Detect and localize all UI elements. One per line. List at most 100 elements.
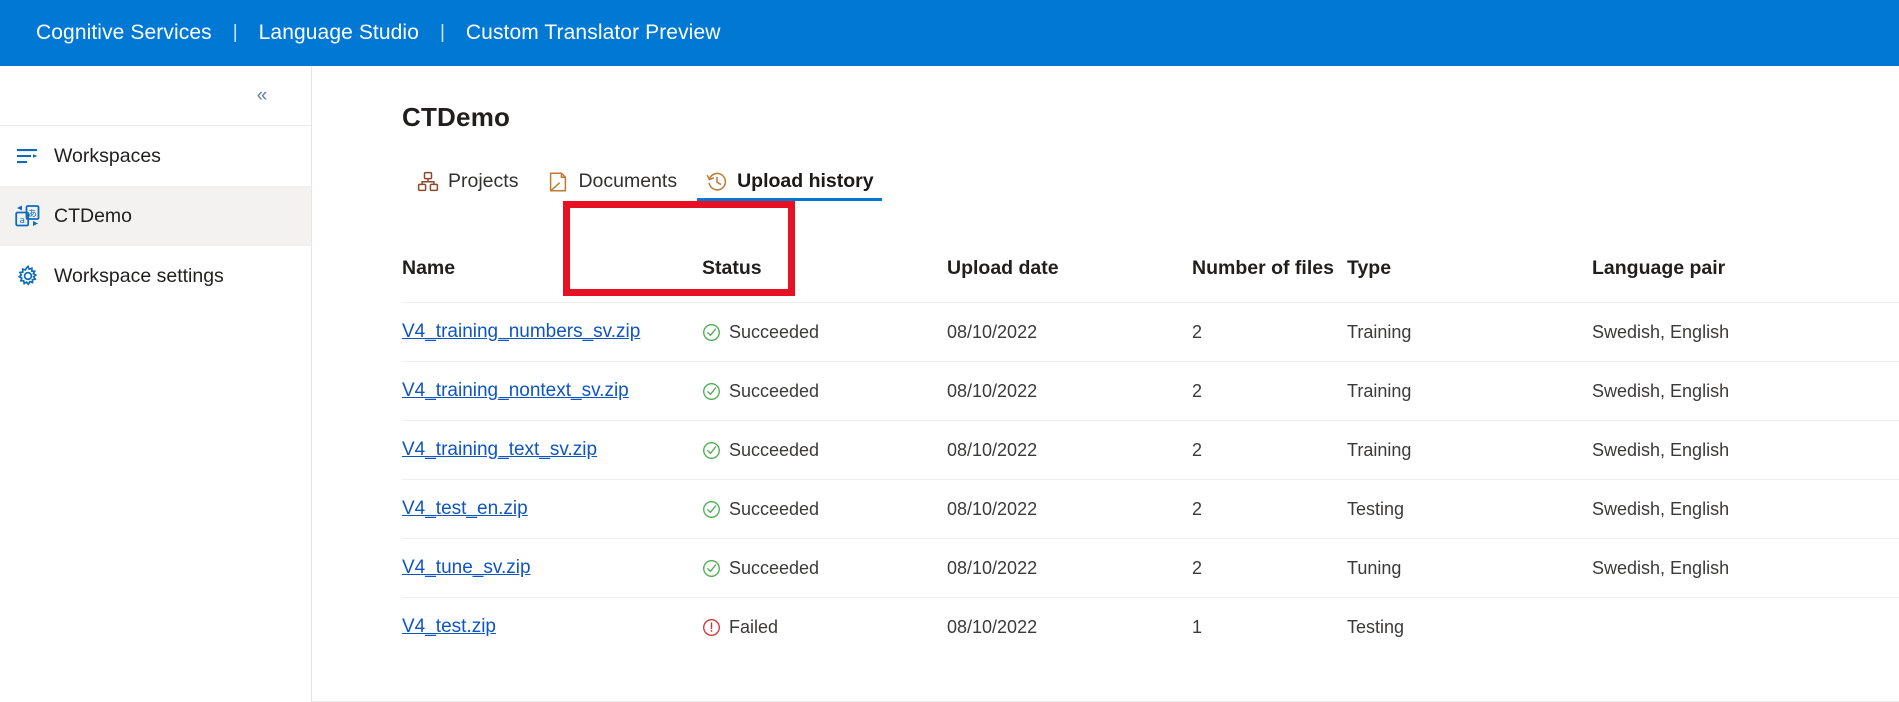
- cell-language-pair: Swedish, English: [1592, 420, 1899, 480]
- cell-status: Succeeded: [702, 479, 947, 539]
- uploads-table-region: Name Status Upload date Number of files …: [312, 257, 1899, 656]
- breadcrumb-language-studio[interactable]: Language Studio: [259, 21, 419, 45]
- status-badge: Succeeded: [702, 480, 947, 538]
- file-link[interactable]: V4_test.zip: [402, 616, 496, 637]
- svg-text:a: a: [19, 216, 25, 226]
- cell-number-of-files: 1: [1192, 597, 1347, 656]
- breadcrumb-custom-translator-preview[interactable]: Custom Translator Preview: [466, 21, 721, 45]
- cell-upload-date: 08/10/2022: [947, 479, 1192, 539]
- page-title: CTDemo: [402, 102, 511, 132]
- cell-language-pair: Swedish, English: [1592, 302, 1899, 362]
- file-link[interactable]: V4_test_en.zip: [402, 498, 528, 519]
- table-row[interactable]: V4_test_en.zip Succeeded 08/10/2022 2 Testin…: [402, 479, 1899, 539]
- cell-status: Succeeded: [702, 538, 947, 598]
- cell-number-of-files: 2: [1192, 538, 1347, 598]
- table-row[interactable]: V4_training_numbers_sv.zip Succeeded 08/10…: [402, 302, 1899, 362]
- status-label: Succeeded: [729, 557, 820, 578]
- column-header-number-of-files[interactable]: Number of files: [1192, 257, 1347, 303]
- table-row[interactable]: V4_training_nontext_sv.zip Succeeded 08/10…: [402, 361, 1899, 421]
- sidebar-header: «: [0, 66, 311, 126]
- cell-language-pair: [1592, 597, 1899, 656]
- cell-language-pair: Swedish, English: [1592, 538, 1899, 598]
- cell-name: V4_test.zip: [402, 597, 702, 656]
- file-link[interactable]: V4_training_text_sv.zip: [402, 439, 597, 460]
- cell-upload-date: 08/10/2022: [947, 538, 1192, 598]
- cell-type: Testing: [1347, 597, 1592, 656]
- success-check-icon: [703, 382, 720, 400]
- status-badge: Succeeded: [702, 421, 947, 479]
- status-badge: Failed: [702, 598, 947, 656]
- tab-bar: Projects Documents Upload history: [312, 155, 1899, 201]
- gear-icon: [14, 263, 42, 289]
- file-link[interactable]: V4_training_nontext_sv.zip: [402, 380, 629, 401]
- status-label: Succeeded: [729, 498, 820, 519]
- column-header-status[interactable]: Status: [702, 257, 947, 303]
- chevron-double-left-icon: «: [256, 85, 268, 106]
- cell-type: Training: [1347, 420, 1592, 480]
- table-row[interactable]: V4_test.zip Failed 08/10/2022 1 Testing: [402, 597, 1899, 656]
- sidebar-item-label: Workspace settings: [54, 264, 224, 287]
- file-link[interactable]: V4_tune_sv.zip: [402, 557, 531, 578]
- status-badge: Succeeded: [702, 362, 947, 420]
- cell-name: V4_tune_sv.zip: [402, 538, 702, 598]
- list-icon: [14, 143, 42, 169]
- sidebar-item-label: Workspaces: [54, 144, 161, 167]
- column-header-upload-date[interactable]: Upload date: [947, 257, 1192, 303]
- success-check-icon: [703, 500, 720, 518]
- cell-upload-date: 08/10/2022: [947, 420, 1192, 480]
- status-label: Failed: [729, 616, 779, 637]
- cell-number-of-files: 2: [1192, 420, 1347, 480]
- cell-name: V4_training_nontext_sv.zip: [402, 361, 702, 421]
- breadcrumb-cognitive-services[interactable]: Cognitive Services: [36, 21, 212, 45]
- body-wrapper: « Workspaces a あ CTDemo Workspace settin…: [0, 66, 1899, 702]
- top-banner: Cognitive Services | Language Studio | C…: [0, 0, 1899, 66]
- cell-type: Training: [1347, 302, 1592, 362]
- sidebar-item-workspace-settings[interactable]: Workspace settings: [0, 246, 311, 306]
- cell-upload-date: 08/10/2022: [947, 302, 1192, 362]
- status-label: Succeeded: [729, 439, 820, 460]
- cell-status: Succeeded: [702, 420, 947, 480]
- cell-language-pair: Swedish, English: [1592, 361, 1899, 421]
- status-label: Succeeded: [729, 380, 820, 401]
- cell-status: Succeeded: [702, 361, 947, 421]
- tab-projects[interactable]: Projects: [402, 170, 532, 201]
- sidebar-item-ctdemo[interactable]: a あ CTDemo: [0, 186, 311, 246]
- table-row[interactable]: V4_training_text_sv.zip Succeeded 08/10/20…: [402, 420, 1899, 480]
- cell-number-of-files: 2: [1192, 361, 1347, 421]
- documents-icon: [546, 170, 569, 193]
- column-header-language-pair[interactable]: Language pair: [1592, 257, 1899, 303]
- tab-label: Upload history: [737, 170, 874, 192]
- sidebar: « Workspaces a あ CTDemo Workspace settin…: [0, 66, 312, 702]
- breadcrumb-separator: |: [439, 22, 445, 43]
- status-badge: Succeeded: [702, 539, 947, 597]
- collapse-sidebar-button[interactable]: «: [249, 83, 275, 109]
- cell-type: Training: [1347, 361, 1592, 421]
- tab-upload-history[interactable]: Upload history: [691, 170, 888, 201]
- projects-icon: [416, 170, 439, 193]
- success-check-icon: [703, 559, 720, 577]
- history-clock-icon: [705, 170, 728, 193]
- status-label: Succeeded: [729, 321, 820, 342]
- cell-name: V4_training_text_sv.zip: [402, 420, 702, 480]
- error-exclamation-icon: [703, 618, 720, 636]
- sidebar-item-workspaces[interactable]: Workspaces: [0, 126, 311, 186]
- cell-number-of-files: 2: [1192, 479, 1347, 539]
- cell-upload-date: 08/10/2022: [947, 361, 1192, 421]
- table-row[interactable]: V4_tune_sv.zip Succeeded 08/10/2022 2 Tuning…: [402, 538, 1899, 598]
- table-header-row: Name Status Upload date Number of files …: [402, 257, 1899, 303]
- breadcrumb-separator: |: [232, 22, 238, 43]
- cell-status: Succeeded: [702, 302, 947, 362]
- cell-type: Tuning: [1347, 538, 1592, 598]
- main-content: CTDemo Projects Documents Upload history…: [312, 66, 1899, 702]
- cell-number-of-files: 2: [1192, 302, 1347, 362]
- success-check-icon: [703, 441, 720, 459]
- file-link[interactable]: V4_training_numbers_sv.zip: [402, 321, 640, 342]
- column-header-type[interactable]: Type: [1347, 257, 1592, 303]
- svg-text:あ: あ: [28, 209, 37, 220]
- cell-language-pair: Swedish, English: [1592, 479, 1899, 539]
- tab-documents[interactable]: Documents: [532, 170, 691, 201]
- cell-name: V4_training_numbers_sv.zip: [402, 302, 702, 362]
- translate-icon: a あ: [14, 203, 42, 229]
- success-check-icon: [703, 323, 720, 341]
- column-header-name[interactable]: Name: [402, 257, 702, 303]
